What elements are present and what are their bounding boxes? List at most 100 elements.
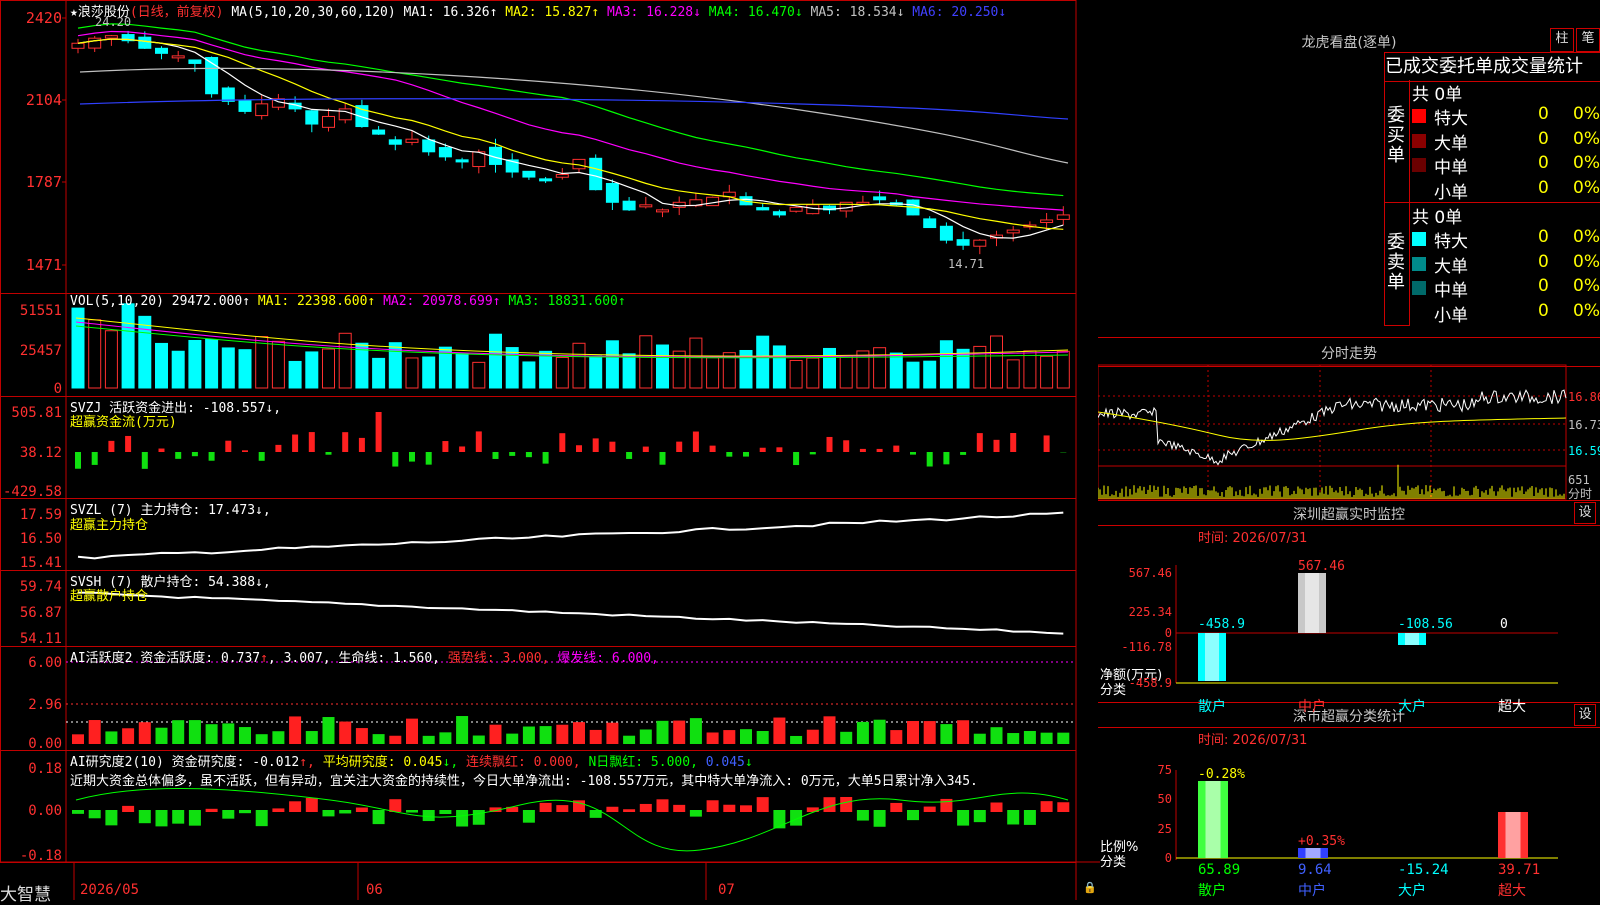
tick-label: 225.34: [1129, 605, 1172, 619]
candle: [89, 38, 101, 48]
tick-label: 0: [1165, 851, 1172, 865]
volume-bar: [690, 338, 702, 388]
header-part-1: ↑: [260, 651, 268, 666]
flow-bar: [476, 431, 482, 452]
sz-category-label: 超大: [1498, 699, 1526, 715]
axis-tick-label: -429.58: [3, 484, 62, 500]
date-label-1: 2026/05: [80, 882, 139, 898]
tick-label: 0: [1500, 617, 1508, 632]
activity-bar: [339, 722, 351, 744]
research-bar: [105, 810, 117, 825]
ai-research-header: AI研究度2(10) 资金研究度: -0.012↑, 平均研究度: 0.045↓…: [70, 751, 753, 770]
main-position-line: [78, 513, 1063, 559]
volume-bar: [72, 308, 84, 388]
candle: [657, 210, 669, 212]
activity-bar: [740, 729, 752, 744]
research-bar: [339, 810, 351, 813]
sm-category-label: 散户: [1198, 882, 1226, 899]
candle: [807, 205, 819, 214]
sm-value-label: -15.24: [1398, 862, 1449, 878]
ma-line: [78, 31, 1063, 210]
activity-bar: [690, 718, 702, 744]
flow-bar: [159, 449, 165, 452]
candle: [373, 130, 385, 134]
activity-bar: [289, 716, 301, 744]
header-part-6: 0.045: [706, 755, 745, 770]
date-label-3: 07: [718, 882, 735, 898]
research-bar: [356, 808, 368, 812]
research-bar: [323, 810, 335, 816]
volume-bar: [773, 346, 785, 388]
flow-bar: [693, 432, 699, 452]
candle: [957, 240, 969, 246]
research-bar: [289, 801, 301, 812]
candle: [606, 183, 618, 202]
candle: [339, 109, 351, 120]
tick-label: 16.59: [1568, 444, 1600, 458]
candle: [640, 205, 652, 207]
header-value-4: MA5: 18.534↓: [811, 5, 913, 20]
sm-bar-mid-shine: [1306, 848, 1321, 858]
flow-bar: [626, 452, 632, 459]
tick-label: 75: [1158, 763, 1172, 777]
activity-bar: [222, 723, 234, 744]
candle: [757, 208, 769, 210]
candle: [423, 140, 435, 152]
sm-value-label: 9.64: [1298, 862, 1332, 878]
research-bar: [239, 810, 251, 813]
sm-category-label: 大户: [1398, 882, 1426, 899]
activity-bar: [540, 726, 552, 744]
flow-bar: [643, 447, 649, 452]
flow-bar: [342, 432, 348, 452]
research-bar: [690, 810, 702, 817]
flow-bar: [192, 452, 198, 456]
candle: [1041, 220, 1053, 222]
research-bar: [957, 810, 969, 826]
axis-tick-label: 2420: [26, 9, 62, 27]
header-value-0: MA1: 16.326↑: [404, 5, 506, 20]
candle: [540, 179, 552, 181]
flow-bar: [676, 442, 682, 452]
axis-tick-label: 2.96: [28, 697, 62, 713]
flow-bar: [459, 446, 465, 452]
research-bar: [423, 810, 435, 821]
candle: [1057, 215, 1069, 219]
volume-bar: [256, 337, 268, 388]
flow-bar: [843, 440, 849, 452]
flow-bar: [142, 452, 148, 469]
candle: [790, 207, 802, 211]
sz-bar-retail-shine: [1205, 633, 1219, 681]
activity-bar: [840, 732, 852, 744]
research-bar: [523, 810, 535, 823]
sm-category-label: 中户: [1298, 882, 1326, 899]
header-value-2: MA3: 16.228↓: [607, 5, 709, 20]
volume-bar: [907, 362, 919, 388]
volume-bar: [272, 341, 284, 388]
activity-bar: [640, 729, 652, 744]
volume-bar: [707, 358, 719, 388]
candle: [707, 197, 719, 205]
candle: [974, 240, 986, 246]
activity-bar: [1007, 733, 1019, 744]
activity-bar: [924, 721, 936, 744]
lock-icon[interactable]: 🔒: [1083, 881, 1097, 894]
tick-label: 651: [1568, 473, 1590, 487]
volume-bar: [139, 316, 151, 388]
sz-category-label: 大户: [1398, 698, 1426, 715]
axis-tick-label: 0: [54, 381, 62, 397]
candle: [323, 116, 335, 127]
flow-bar: [543, 452, 549, 464]
volume-bar: [373, 358, 385, 388]
axis-tick-label: 25457: [20, 343, 62, 359]
flow-bar: [75, 452, 81, 469]
candle: [439, 148, 451, 157]
tick-label: -108.56: [1398, 617, 1453, 632]
activity-bar: [89, 720, 101, 744]
activity-bar: [389, 736, 401, 744]
activity-bar: [172, 720, 184, 744]
activity-bar: [824, 716, 836, 744]
research-bar: [72, 810, 84, 814]
volume-bar: [473, 362, 485, 388]
ai-activity-header: AI活跃度2 资金活跃度: 0.737↑, 3.007, 生命线: 1.560,…: [70, 647, 659, 666]
axis-tick-label: 0.18: [28, 761, 62, 777]
